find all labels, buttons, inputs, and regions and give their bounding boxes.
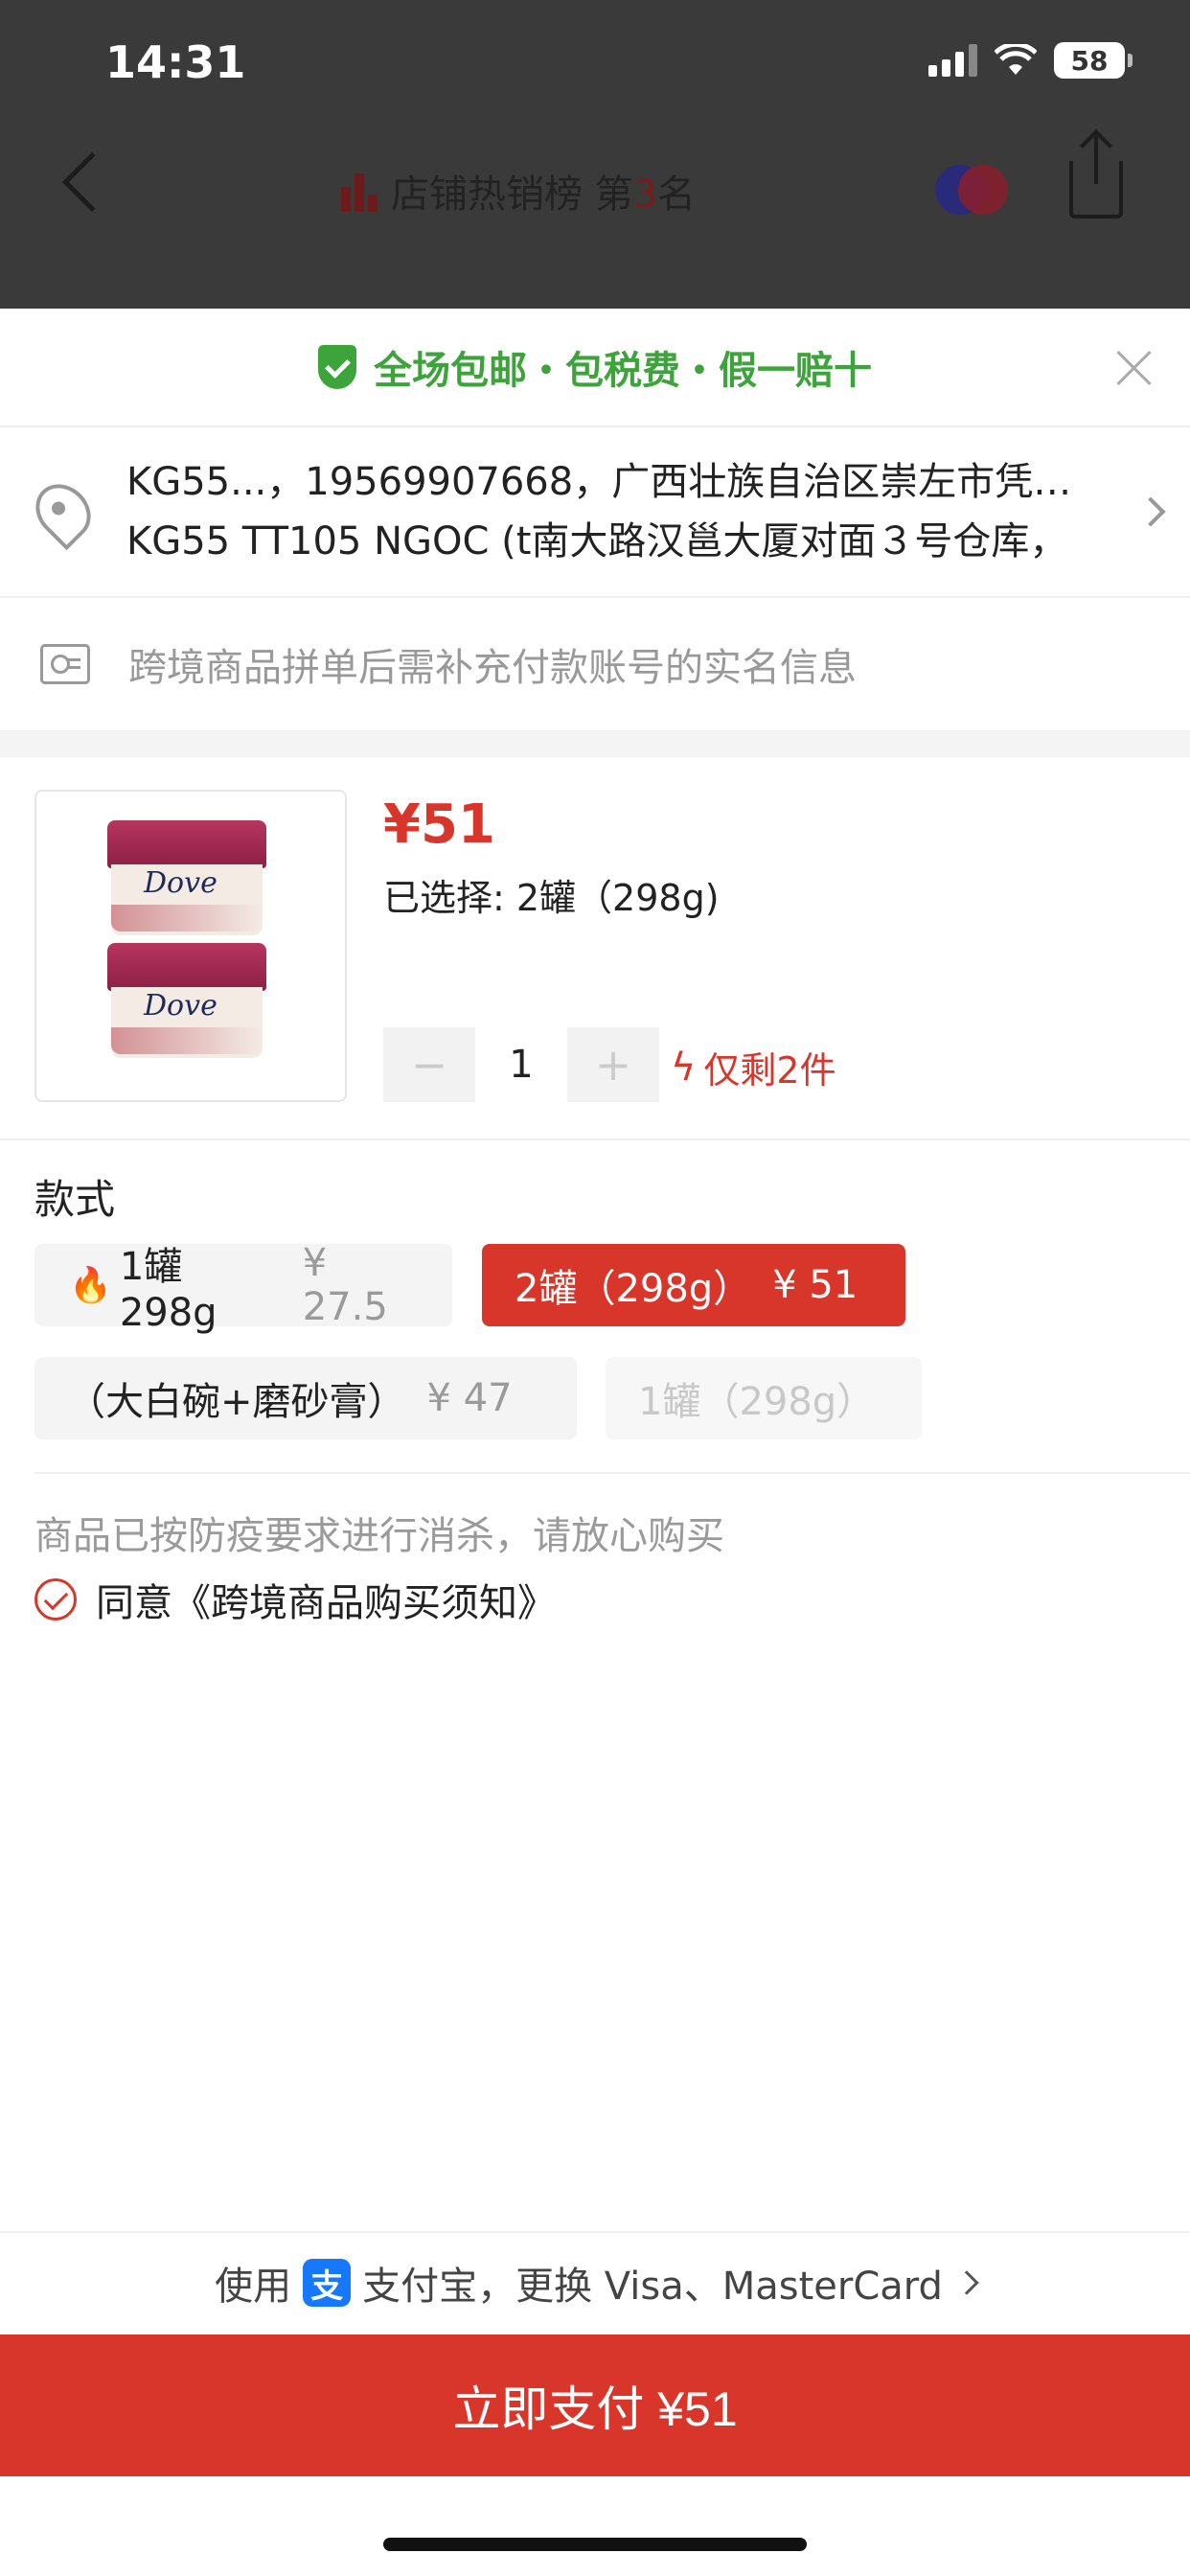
avatar-group[interactable] (935, 165, 1008, 215)
share-icon[interactable] (1069, 136, 1123, 218)
selected-variant: 已选择: 2罐（298g) (383, 877, 720, 919)
pay-now-button[interactable]: 立即支付 ¥51 (0, 2334, 1190, 2476)
payment-method-row[interactable]: 使用 支 支付宝，更换 Visa、MasterCard (0, 2231, 1190, 2333)
home-indicator (383, 2538, 807, 2551)
address-line-1: KG55...，19569907668，广西壮族自治区崇左市凭祥市 (126, 460, 1094, 504)
style-section-title: 款式 (34, 1176, 116, 1223)
product-jar-top: Dove (107, 820, 266, 937)
rank-number: 3 (632, 172, 658, 217)
section-divider (0, 730, 1190, 757)
payment-prefix: 使用 (215, 2265, 292, 2309)
check-circle-icon[interactable] (34, 1578, 77, 1621)
address-row[interactable]: KG55...，19569907668，广西壮族自治区崇左市凭祥市 KG55 T… (0, 427, 1190, 598)
status-time: 14:31 (105, 36, 246, 88)
product-summary: Dove Dove ¥51 已选择: 2罐（298g) − 1 + ϟ 仅剩2件 (0, 757, 1190, 1140)
style-option-price: ¥ 51 (772, 1263, 858, 1307)
alipay-icon: 支 (303, 2259, 352, 2307)
stock-warning-text: 仅剩2件 (703, 1049, 836, 1092)
rank-suffix: 名 (657, 172, 697, 217)
rank-prefix: 店铺热销榜 第 (391, 172, 633, 217)
address-text: KG55...，19569907668，广西壮族自治区崇左市凭祥市 KG55 T… (126, 452, 1121, 571)
id-card-icon (40, 644, 90, 684)
flame-icon: 🔥 (69, 1266, 112, 1305)
style-option-1[interactable]: 🔥 1罐 298g ¥ 27.5 (34, 1241, 452, 1335)
bolt-icon: ϟ (671, 1045, 697, 1090)
style-option-label: 1罐（298g） (638, 1380, 876, 1424)
style-option-4-disabled: 1罐（298g） (606, 1357, 922, 1439)
product-jar-bottom: Dove (107, 943, 266, 1060)
rank-icon (341, 170, 378, 212)
battery-icon: 58 (1054, 42, 1133, 79)
chevron-right-icon (954, 2270, 979, 2295)
product-price: ¥51 (383, 794, 495, 856)
realname-row[interactable]: 跨境商品拼单后需补充付款账号的实名信息 (0, 598, 1190, 730)
wifi-icon (995, 44, 1037, 75)
product-image[interactable]: Dove Dove (34, 790, 347, 1102)
promo-bar: 全场包邮・包税费・假一赔十 (0, 309, 1190, 427)
product-brand-2: Dove (144, 989, 217, 1023)
promo-text: 全场包邮・包税费・假一赔十 (374, 349, 872, 393)
nav-bar (0, 134, 1190, 307)
quantity-value[interactable]: 1 (475, 1043, 567, 1087)
realname-text: 跨境商品拼单后需补充付款账号的实名信息 (128, 646, 857, 690)
disinfection-notice: 商品已按防疫要求进行消杀，请放心购买 (34, 1514, 724, 1558)
decrement-button[interactable]: − (383, 1027, 475, 1102)
agreement-row[interactable]: 同意《跨境商品购买须知》 (34, 1572, 556, 1627)
divider (34, 1472, 1190, 1474)
payment-method-text: 支付宝，更换 Visa、MasterCard (362, 2265, 943, 2309)
shield-icon (318, 345, 356, 389)
status-bar: 14:31 58 (0, 0, 1190, 134)
style-option-price: ¥ 27.5 (302, 1241, 388, 1329)
rank-banner[interactable]: 店铺热销榜 第3名 (341, 163, 696, 218)
signal-icon (928, 44, 977, 77)
style-option-label: （大白碗+磨砂膏） (67, 1380, 406, 1424)
style-option-label: 1罐 298g (119, 1245, 217, 1335)
stock-warning: ϟ 仅剩2件 (671, 1041, 836, 1093)
style-option-3[interactable]: （大白碗+磨砂膏） ¥ 47 (34, 1357, 577, 1439)
increment-button[interactable]: + (567, 1027, 659, 1102)
chevron-right-icon (1135, 496, 1166, 527)
style-option-label: 2罐（298g） (515, 1267, 752, 1311)
address-line-2: KG55 TT105 NGOC (t南大路汉邕大厦对面３号仓库， (126, 519, 1068, 564)
close-icon[interactable] (1111, 345, 1157, 391)
product-brand: Dove (144, 866, 217, 900)
style-option-price: ¥ 47 (426, 1376, 513, 1420)
rank-text: 店铺热销榜 第3名 (391, 163, 696, 218)
agreement-text[interactable]: 同意《跨境商品购买须知》 (96, 1572, 556, 1627)
location-pin-icon (24, 472, 103, 551)
quantity-stepper: − 1 + (383, 1027, 659, 1102)
status-icons: 58 (928, 42, 1133, 79)
style-option-2-selected[interactable]: 2罐（298g） ¥ 51 (482, 1244, 905, 1326)
